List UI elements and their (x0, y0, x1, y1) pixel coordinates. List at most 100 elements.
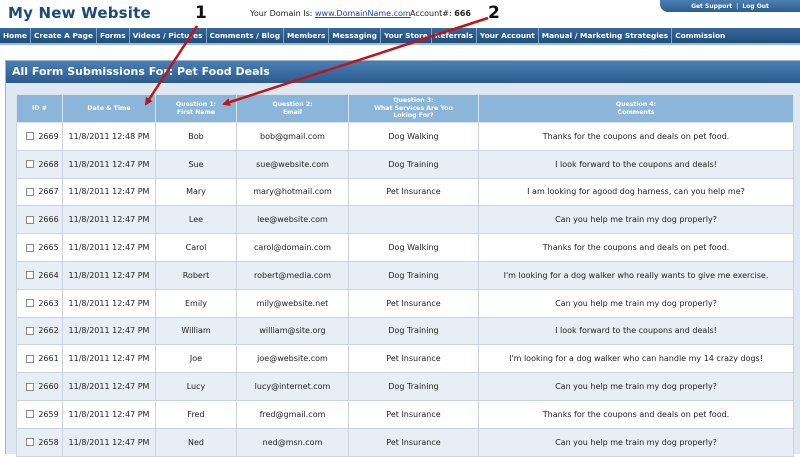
row-select-checkbox[interactable] (26, 326, 35, 335)
column-header-6[interactable]: Question 4: Comments (478, 94, 794, 123)
email-cell: robert@media.com (236, 260, 349, 290)
row-select-checkbox[interactable] (26, 410, 35, 419)
email-cell: william@site.org (236, 316, 349, 346)
get-support-link[interactable]: Get Support (691, 3, 732, 10)
row-select-checkbox[interactable] (26, 382, 35, 391)
table-row: 2665 11/8/2011 12:47 PM Carol carol@domain.… (16, 233, 794, 262)
submission-id: 2662 (38, 326, 59, 336)
table-row: 2661 11/8/2011 12:47 PM Joe joe@website.com… (16, 344, 794, 374)
email-cell: lee@website.com (236, 205, 349, 235)
table-row: 2658 11/8/2011 12:47 PM Ned ned@msn.com Pet … (16, 427, 794, 457)
table-row: 2668 11/8/2011 12:47 PM Sue sue@website.com… (16, 149, 794, 179)
top-links-separator: | (736, 2, 739, 10)
name-cell: Lee (155, 205, 237, 235)
domain-link[interactable]: www.DomainName.com (315, 9, 411, 18)
column-header-2[interactable]: Date & Time (62, 94, 156, 123)
column-header-1[interactable]: ID # (16, 94, 63, 123)
row-select-checkbox[interactable] (26, 438, 35, 447)
row-select-checkbox[interactable] (26, 160, 35, 169)
date-cell: 11/8/2011 12:48 PM (62, 122, 156, 151)
service-cell: Pet Insurance (348, 344, 479, 374)
nav-item-manual-marketing-strategies[interactable]: Manual / Marketing Strategies (539, 28, 673, 43)
table-row: 2667 11/8/2011 12:47 PM Mary mary@hotmail.c… (16, 177, 794, 207)
service-cell: Dog Training (348, 372, 479, 401)
service-cell: Dog Training (348, 260, 479, 290)
submission-id: 2658 (38, 437, 59, 447)
id-cell: 2666 (16, 205, 63, 235)
site-title[interactable]: My New Website (8, 4, 151, 22)
column-header-5[interactable]: Question 3: What Services Are You Loking F… (348, 94, 479, 123)
id-cell: 2669 (16, 122, 63, 151)
date-cell: 11/8/2011 12:47 PM (62, 288, 156, 318)
nav-item-comments-blog[interactable]: Comments / Blog (207, 28, 284, 43)
id-cell: 2661 (16, 344, 63, 374)
service-cell: Pet Insurance (348, 288, 479, 318)
comment-cell: I'm looking for a dog walker who really … (478, 260, 794, 290)
row-select-checkbox[interactable] (26, 354, 35, 363)
service-cell (348, 205, 479, 235)
column-header-4[interactable]: Question 2: Email (236, 94, 349, 123)
comment-cell: Can you help me train my dog properly? (478, 288, 794, 318)
column-header-line: Email (282, 108, 303, 116)
row-select-checkbox[interactable] (26, 215, 35, 224)
top-links: Get Support | Log Out (660, 0, 800, 12)
nav-item-create-a-page[interactable]: Create A Page (31, 28, 97, 43)
nav-item-messaging[interactable]: Messaging (329, 28, 381, 43)
id-cell: 2663 (16, 288, 63, 318)
column-header-line: What Services Are You (374, 104, 453, 112)
nav-item-home[interactable]: Home (0, 28, 31, 43)
row-select-checkbox[interactable] (26, 132, 35, 141)
column-header-line: Comments (617, 108, 655, 116)
comment-cell: Thanks for the coupons and deals on pet … (478, 122, 794, 151)
submission-id: 2660 (38, 382, 59, 392)
date-cell: 11/8/2011 12:47 PM (62, 177, 156, 207)
account-label: Account#: (410, 9, 452, 18)
date-cell: 11/8/2011 12:47 PM (62, 399, 156, 429)
email-cell: sue@website.com (236, 149, 349, 179)
column-header-3[interactable]: Question 1: First Name (155, 94, 237, 123)
name-cell: Fred (155, 399, 237, 429)
column-header-line: Question 1: (175, 101, 217, 108)
nav-item-forms[interactable]: Forms (97, 28, 130, 43)
table-row: 2666 11/8/2011 12:47 PM Lee lee@website.com… (16, 205, 794, 235)
row-select-checkbox[interactable] (26, 271, 35, 280)
id-cell: 2667 (16, 177, 63, 207)
row-select-checkbox[interactable] (26, 299, 35, 308)
id-cell: 2668 (16, 149, 63, 179)
column-header-line: First Name (176, 108, 216, 116)
column-header-line: ID # (32, 104, 47, 112)
date-cell: 11/8/2011 12:47 PM (62, 149, 156, 179)
date-cell: 11/8/2011 12:47 PM (62, 260, 156, 290)
submission-id: 2669 (38, 131, 59, 141)
service-cell: Dog Walking (348, 233, 479, 262)
log-out-link[interactable]: Log Out (742, 3, 769, 10)
id-cell: 2659 (16, 399, 63, 429)
nav-item-videos-pictures[interactable]: Videos / Pictures (130, 28, 207, 43)
nav-underline (0, 43, 800, 45)
email-cell: bob@gmail.com (236, 122, 349, 151)
name-cell: William (155, 316, 237, 346)
submission-id: 2664 (38, 270, 59, 280)
comment-cell: I'm looking for a dog walker who can han… (478, 344, 794, 374)
column-header-line: Question 4: (615, 101, 657, 108)
comment-cell: Thanks for the coupons and deals on pet … (478, 233, 794, 262)
submission-id: 2665 (38, 243, 59, 253)
email-cell: carol@domain.com (236, 233, 349, 262)
id-cell: 2660 (16, 372, 63, 401)
nav-item-members[interactable]: Members (284, 28, 330, 43)
column-header-line: Date & Time (87, 104, 131, 112)
nav-item-commission[interactable]: Commission (672, 28, 728, 43)
column-header-line: Question 2: (272, 101, 313, 108)
submission-id: 2668 (38, 159, 59, 169)
row-select-checkbox[interactable] (26, 243, 35, 252)
table-row: 2660 11/8/2011 12:47 PM Lucy lucy@internet.… (16, 372, 794, 401)
table-row: 2663 11/8/2011 12:47 PM Emily mily@website.… (16, 288, 794, 318)
comment-cell: Can you help me train my dog properly? (478, 372, 794, 401)
main-nav: Home Create A Page Forms Videos / Pictures C… (0, 28, 800, 43)
nav-item-your-account[interactable]: Your Account (477, 28, 539, 43)
date-cell: 11/8/2011 12:47 PM (62, 344, 156, 374)
row-select-checkbox[interactable] (26, 187, 35, 196)
nav-item-your-store[interactable]: Your Store (381, 28, 432, 43)
date-cell: 11/8/2011 12:47 PM (62, 372, 156, 401)
nav-item-referrals[interactable]: Referrals (432, 28, 477, 43)
